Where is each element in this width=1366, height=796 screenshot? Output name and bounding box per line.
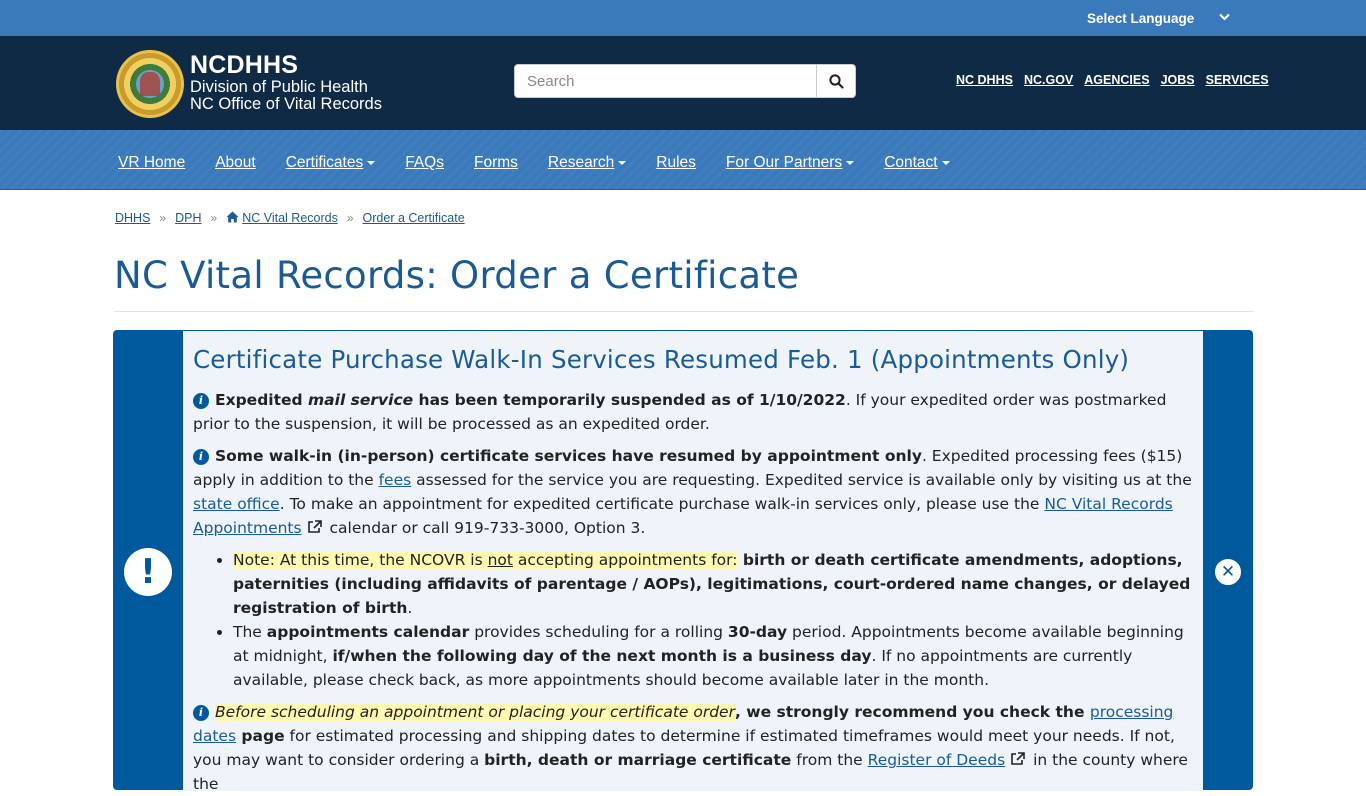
utility-links: NC DHHS NC.GOV AGENCIES JOBS SERVICES [956,73,1280,87]
nav-item-rules[interactable]: Rules [656,154,696,171]
title-divider [114,311,1253,312]
caret-down-icon [367,160,376,165]
util-link-nc-gov[interactable]: NC.GOV [1024,73,1073,87]
brand-office: NC Office of Vital Records [190,95,382,113]
nav-item-about[interactable]: About [215,154,256,171]
info-icon: i [193,449,209,465]
nav-item-certificates[interactable]: Certificates [286,154,376,171]
caret-down-icon [846,160,855,165]
language-select-label: Select Language [1087,10,1195,26]
main-nav: VR Home About Certificates FAQs Forms Re… [0,130,1366,190]
exclamation-icon: ! [124,548,172,596]
caret-down-icon [618,160,627,165]
list-item: Note: At this time, the NCOVR is not acc… [233,548,1193,620]
external-link-icon [307,520,322,533]
home-icon [226,211,239,223]
alert-heading: Certificate Purchase Walk-In Services Re… [193,345,1130,374]
info-icon: i [193,393,209,409]
alert-body: Certificate Purchase Walk-In Services Re… [183,331,1203,793]
breadcrumb-separator: » [159,211,167,225]
nav-item-for-our-partners[interactable]: For Our Partners [726,154,855,171]
brand-title: NCDHHS [190,51,299,79]
site-header: NCDHHS Division of Public Health NC Offi… [0,36,1366,130]
search-icon [828,73,844,89]
search-input[interactable] [514,64,817,98]
brand-logo[interactable]: NCDHHS Division of Public Health NC Offi… [190,51,382,113]
site-search [514,64,856,98]
register-of-deeds-link[interactable]: Register of Deeds [868,751,1006,769]
breadcrumb-separator: » [346,211,354,225]
nav-item-forms[interactable]: Forms [474,154,518,171]
fees-link[interactable]: fees [379,471,412,489]
breadcrumb-nc-vital-records[interactable]: NC Vital Records [226,211,338,225]
breadcrumb-order-a-certificate[interactable]: Order a Certificate [363,211,465,225]
caret-down-icon [941,160,950,165]
breadcrumb-dph[interactable]: DPH [175,211,201,225]
alert-paragraph-walk-in: i Some walk-in (in-person) certificate se… [193,447,1192,537]
info-icon: i [193,705,209,721]
alert-paragraph-processing-dates: i Before scheduling an appointment or pla… [193,703,1188,793]
nav-item-contact[interactable]: Contact [884,154,950,171]
breadcrumb: DHHS » DPH » NC Vital Records » Order a … [115,211,465,225]
alert-banner: ! ✕ Certificate Purchase Walk-In Service… [113,330,1253,793]
alert-list: Note: At this time, the NCOVR is not acc… [233,548,1193,692]
nav-item-vr-home[interactable]: VR Home [118,154,185,171]
breadcrumb-dhhs[interactable]: DHHS [115,211,150,225]
language-select[interactable]: Select Language [1080,6,1240,30]
util-link-nc-dhhs[interactable]: NC DHHS [956,73,1013,87]
chevron-down-icon [1219,12,1230,24]
breadcrumb-separator: » [210,211,218,225]
util-link-agencies[interactable]: AGENCIES [1084,73,1149,87]
language-bar: Select Language [0,0,1366,36]
nav-item-faqs[interactable]: FAQs [405,154,444,171]
brand-division: Division of Public Health [190,78,368,96]
state-seal-icon[interactable] [116,50,184,118]
alert-close-button[interactable]: ✕ [1213,557,1243,587]
search-button[interactable] [817,64,856,98]
list-item: The appointments calendar provides sched… [233,620,1193,692]
state-office-link[interactable]: state office [193,495,280,513]
alert-paragraph-expedited-mail: i Expedited mail service has been tempora… [193,391,1167,433]
page-title: NC Vital Records: Order a Certificate [114,254,800,297]
nav-item-research[interactable]: Research [548,154,627,171]
close-icon: ✕ [1220,561,1236,582]
util-link-jobs[interactable]: JOBS [1161,73,1195,87]
external-link-icon [1011,752,1025,765]
util-link-services[interactable]: SERVICES [1206,73,1269,87]
